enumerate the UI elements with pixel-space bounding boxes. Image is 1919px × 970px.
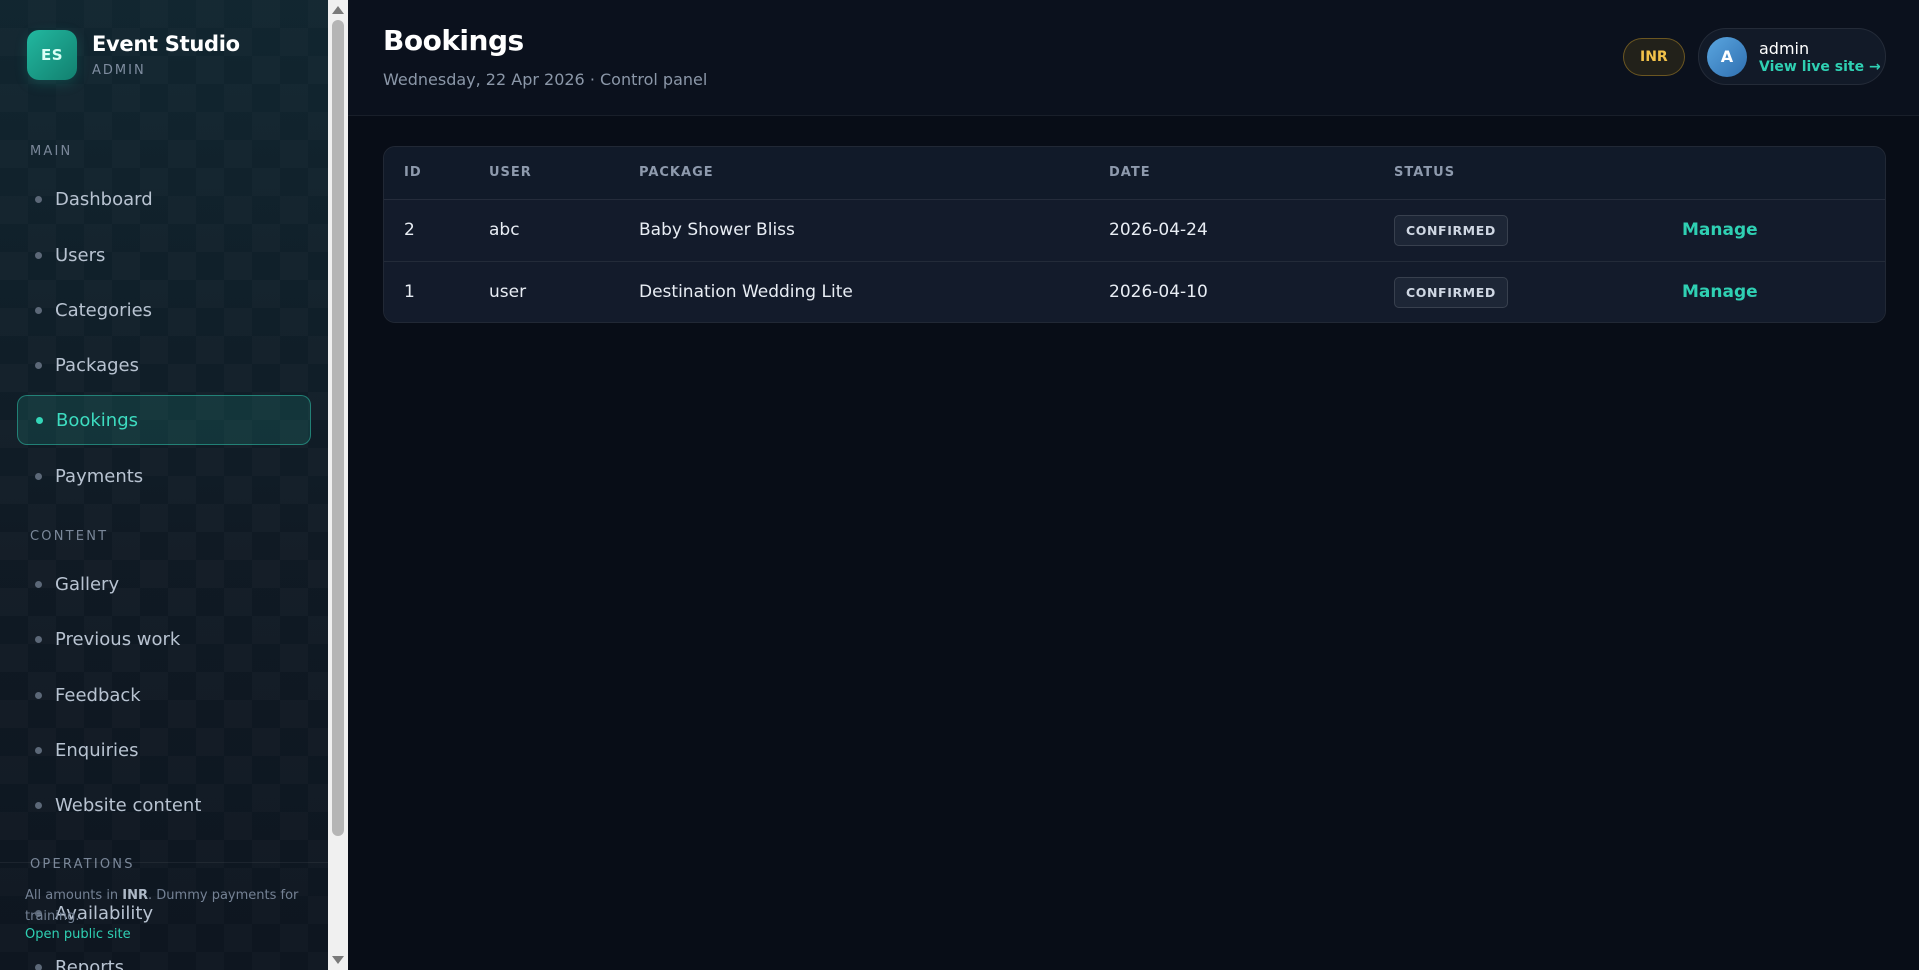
sidebar-item-packages[interactable]: Packages xyxy=(17,340,311,390)
sidebar-footer: All amounts in INR. Dummy payments for t… xyxy=(0,862,328,970)
sidebar-item-label: Users xyxy=(55,244,106,266)
status-badge: CONFIRMED xyxy=(1394,276,1508,308)
footer-note: All amounts in INR. Dummy payments for t… xyxy=(25,888,299,924)
main-content: Bookings Wednesday, 22 Apr 2026 · Contro… xyxy=(348,0,1919,970)
sidebar-item-users[interactable]: Users xyxy=(17,230,311,280)
scroll-thumb[interactable] xyxy=(332,20,344,836)
brand-logo: ES xyxy=(27,30,77,80)
sidebar-item-label: Previous work xyxy=(55,628,181,650)
sidebar-item-label: Gallery xyxy=(55,573,120,595)
bullet-icon xyxy=(35,472,42,480)
cell-action: Manage xyxy=(1682,199,1885,261)
topbar: Bookings Wednesday, 22 Apr 2026 · Contro… xyxy=(348,0,1919,116)
user-menu[interactable]: A admin View live site → xyxy=(1698,28,1886,85)
column-header-action xyxy=(1682,147,1885,200)
scroll-up-arrow-icon[interactable] xyxy=(332,6,344,14)
avatar: A xyxy=(1707,36,1747,77)
table-header-row: ID USER PACKAGE DATE STATUS xyxy=(384,147,1885,200)
cell-status: CONFIRMED xyxy=(1394,260,1682,322)
column-header-id: ID xyxy=(384,147,489,200)
column-header-status: STATUS xyxy=(1394,147,1682,200)
sidebar-scrollbar[interactable] xyxy=(328,0,348,970)
table-row: 2 abc Baby Shower Bliss 2026-04-24 CONFI… xyxy=(384,199,1885,261)
user-name: admin xyxy=(1759,38,1810,58)
open-public-site-link[interactable]: Open public site xyxy=(25,927,131,942)
cell-action: Manage xyxy=(1682,260,1885,322)
bullet-icon xyxy=(36,416,43,424)
cell-id: 2 xyxy=(404,220,415,240)
cell-package: Destination Wedding Lite xyxy=(639,260,1109,322)
sidebar-item-enquiries[interactable]: Enquiries xyxy=(17,725,311,775)
page-title: Bookings xyxy=(383,24,524,57)
bullet-icon xyxy=(35,306,42,314)
brand[interactable]: ES Event Studio ADMIN xyxy=(27,30,240,80)
bookings-table: ID USER PACKAGE DATE STATUS 2 abc Baby S… xyxy=(384,147,1885,322)
cell-package: Baby Shower Bliss xyxy=(639,220,795,240)
brand-name: Event Studio xyxy=(92,32,240,56)
manage-link[interactable]: Manage xyxy=(1682,220,1758,240)
currency-badge: INR xyxy=(1623,38,1685,76)
bullet-icon xyxy=(35,691,42,699)
sidebar-item-categories[interactable]: Categories xyxy=(17,285,311,335)
cell-status: CONFIRMED xyxy=(1394,199,1682,261)
cell-user: abc xyxy=(489,220,520,240)
nav-section-content: CONTENT xyxy=(30,529,109,544)
bullet-icon xyxy=(35,746,42,754)
sidebar-item-previous-work[interactable]: Previous work xyxy=(17,614,311,664)
sidebar-item-label: Enquiries xyxy=(55,739,139,761)
scroll-down-arrow-icon[interactable] xyxy=(332,956,344,964)
sidebar-item-label: Feedback xyxy=(55,684,141,706)
sidebar-item-label: Payments xyxy=(55,465,144,487)
column-header-user: USER xyxy=(489,147,639,200)
cell-date: 2026-04-10 xyxy=(1109,260,1394,322)
cell-id: 1 xyxy=(384,260,489,322)
bullet-icon xyxy=(35,635,42,643)
sidebar-item-dashboard[interactable]: Dashboard xyxy=(17,174,311,224)
bullet-icon xyxy=(35,195,42,203)
bullet-icon xyxy=(35,801,42,809)
bullet-icon xyxy=(35,251,42,259)
table-row: 1 user Destination Wedding Lite 2026-04-… xyxy=(384,260,1885,322)
bullet-icon xyxy=(35,361,42,369)
sidebar-item-website-content[interactable]: Website content xyxy=(17,780,311,830)
sidebar: ES Event Studio ADMIN MAIN Dashboard Use… xyxy=(0,0,328,970)
sidebar-item-bookings[interactable]: Bookings xyxy=(17,395,311,445)
brand-subtitle: ADMIN xyxy=(92,63,146,78)
sidebar-item-label: Bookings xyxy=(56,409,139,431)
bookings-table-card: ID USER PACKAGE DATE STATUS 2 abc Baby S… xyxy=(383,146,1886,323)
bullet-icon xyxy=(35,580,42,588)
view-live-site-link[interactable]: View live site → xyxy=(1759,59,1881,75)
column-header-package: PACKAGE xyxy=(639,147,1109,200)
sidebar-item-label: Website content xyxy=(55,794,202,816)
sidebar-item-feedback[interactable]: Feedback xyxy=(17,670,311,720)
cell-user: user xyxy=(489,260,639,322)
sidebar-item-label: Categories xyxy=(55,299,153,321)
nav-section-main: MAIN xyxy=(30,144,73,159)
sidebar-item-label: Dashboard xyxy=(55,188,153,210)
status-badge: CONFIRMED xyxy=(1394,214,1508,246)
page-subtitle: Wednesday, 22 Apr 2026 · Control panel xyxy=(383,70,708,89)
sidebar-item-label: Packages xyxy=(55,354,139,376)
column-header-date: DATE xyxy=(1109,147,1394,200)
manage-link[interactable]: Manage xyxy=(1682,282,1758,302)
cell-date: 2026-04-24 xyxy=(1109,220,1208,240)
sidebar-item-payments[interactable]: Payments xyxy=(17,451,311,501)
sidebar-item-gallery[interactable]: Gallery xyxy=(17,559,311,609)
